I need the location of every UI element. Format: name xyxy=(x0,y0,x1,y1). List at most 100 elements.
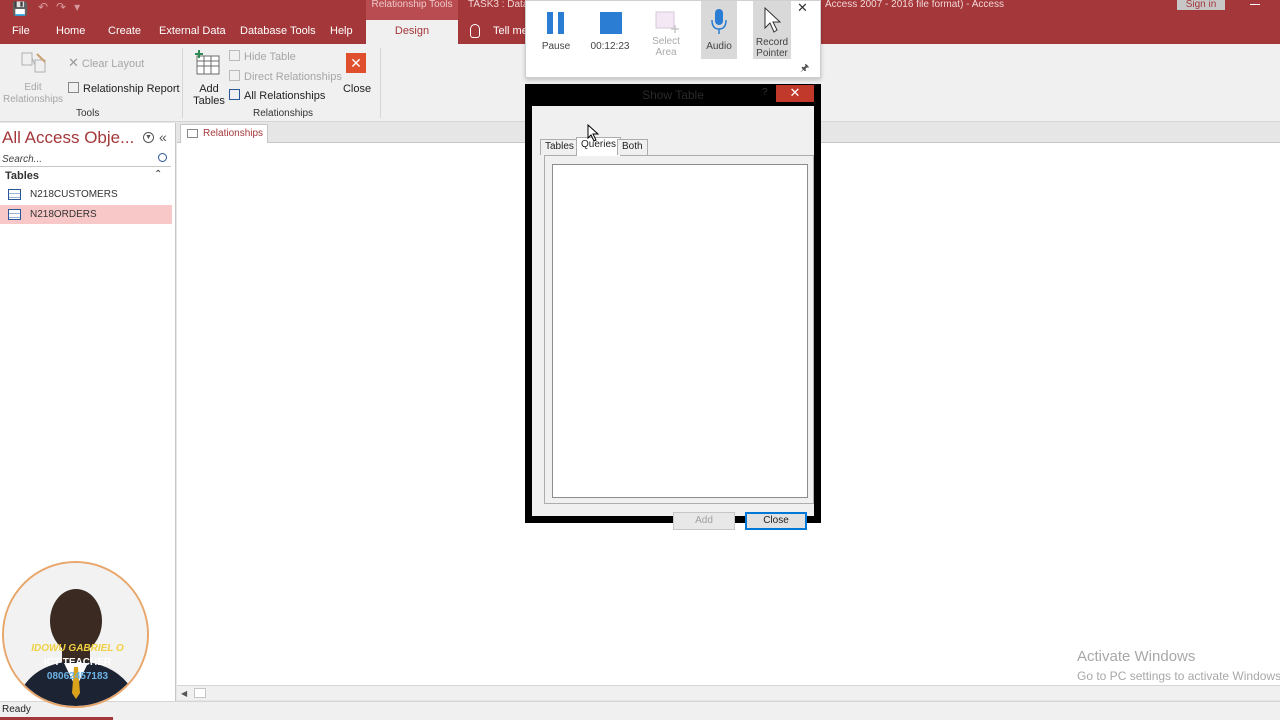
scroll-left-icon[interactable]: ◀ xyxy=(181,689,187,698)
group-separator xyxy=(380,48,381,118)
document-tab-label: Relationships xyxy=(203,128,264,139)
pause-label: Pause xyxy=(541,41,571,52)
collapse-pane-icon[interactable]: « xyxy=(159,129,167,145)
select-area-label-2: Area xyxy=(655,47,677,58)
close-button-label: Close xyxy=(342,83,372,95)
group-separator xyxy=(182,48,183,118)
relationships-icon xyxy=(187,129,198,138)
scroll-thumb[interactable] xyxy=(194,688,206,698)
recording-timer: 00:12:23 xyxy=(590,41,630,52)
nav-search-input[interactable]: Search... xyxy=(0,152,171,167)
hide-table-label: Hide Table xyxy=(244,51,296,63)
nav-item-n218customers[interactable]: N218CUSTOMERS xyxy=(0,185,172,204)
stop-button[interactable]: 00:12:23 xyxy=(588,1,632,59)
presenter-role: ICT TEACHER xyxy=(43,657,112,668)
edit-relationships-label: Edit Relationships xyxy=(2,82,64,105)
tab-tables[interactable]: Tables xyxy=(540,139,579,155)
tab-pane xyxy=(544,155,814,504)
document-title-left: TASK3 : Data xyxy=(468,0,529,10)
audio-label: Audio xyxy=(706,41,732,52)
select-area-icon xyxy=(655,11,679,33)
all-relationships-button[interactable]: All Relationships xyxy=(229,89,325,102)
tab-external-data[interactable]: External Data xyxy=(159,20,226,44)
direct-relationships-icon xyxy=(229,70,240,81)
tab-both[interactable]: Both xyxy=(617,139,648,155)
relationship-report-button[interactable]: Relationship Report xyxy=(68,82,180,95)
table-icon xyxy=(8,209,21,220)
document-title-right: Access 2007 - 2016 file format) - Access xyxy=(825,0,1004,10)
collapse-group-icon[interactable]: ⌃ xyxy=(154,169,162,180)
edit-relationships-icon xyxy=(21,52,46,73)
close-icon[interactable]: ✕ xyxy=(797,0,808,16)
microphone-icon xyxy=(711,9,727,34)
hide-table-button[interactable]: Hide Table xyxy=(229,50,296,63)
nav-item-label: N218ORDERS xyxy=(30,209,97,220)
edit-relationships-button[interactable]: Edit Relationships xyxy=(2,48,64,108)
pointer-icon xyxy=(764,7,781,33)
horizontal-scrollbar[interactable]: ◀ xyxy=(177,685,1280,700)
show-table-dialog: Show Table ? ✕ Tables Queries Both Add C… xyxy=(525,84,821,530)
object-listbox[interactable] xyxy=(552,164,808,498)
tab-file[interactable]: File xyxy=(12,20,30,44)
direct-relationships-button[interactable]: Direct Relationships xyxy=(229,70,342,83)
presenter-avatar xyxy=(4,563,147,706)
clear-layout-label: Clear Layout xyxy=(81,58,145,70)
screen-recorder-toolbar: Pause 00:12:23 Select Area Audio Record … xyxy=(525,0,821,78)
record-pointer-label-1: Record xyxy=(755,37,789,48)
pause-icon xyxy=(547,12,564,34)
sign-in-button[interactable]: Sign in xyxy=(1177,0,1225,10)
tab-tell-me[interactable]: Tell me xyxy=(493,20,528,44)
help-icon[interactable]: ? xyxy=(762,87,768,98)
save-icon[interactable]: 💾 xyxy=(12,1,28,17)
table-icon xyxy=(8,189,21,200)
record-pointer-toggle[interactable]: Record Pointer xyxy=(753,1,791,59)
stop-icon xyxy=(600,12,622,34)
pause-button[interactable]: Pause xyxy=(536,1,576,59)
audio-toggle[interactable]: Audio xyxy=(701,1,737,59)
close-relationships-button[interactable]: ✕ Close xyxy=(342,48,372,108)
tools-group-label: Tools xyxy=(76,108,100,119)
direct-relationships-label: Direct Relationships xyxy=(244,71,342,83)
tab-design[interactable]: Design xyxy=(366,20,458,44)
activate-windows-subtitle: Go to PC settings to activate Windows. xyxy=(1077,669,1280,683)
chevron-down-icon[interactable]: ▼ xyxy=(143,132,154,143)
clear-layout-icon: ✕ xyxy=(68,55,79,70)
document-tab-relationships[interactable]: Relationships xyxy=(180,124,268,143)
nav-item-label: N218CUSTOMERS xyxy=(30,189,118,200)
status-bar: Ready xyxy=(0,701,1280,720)
tab-create[interactable]: Create xyxy=(108,20,141,44)
add-tables-icon xyxy=(195,50,220,75)
relationship-report-icon xyxy=(68,82,79,93)
select-area-label-1: Select xyxy=(652,36,680,47)
nav-group-header[interactable]: Tables xyxy=(5,170,39,182)
pin-icon[interactable]: 🖈 xyxy=(800,61,809,78)
tab-help[interactable]: Help xyxy=(330,20,353,44)
add-tables-label-1: Add xyxy=(199,83,219,95)
webcam-overlay: IDOWU GABRIEL O ICT TEACHER 08062457183 xyxy=(2,561,149,708)
search-icon[interactable] xyxy=(158,153,167,162)
mouse-cursor-icon xyxy=(587,124,599,142)
nav-pane-title[interactable]: All Access Obje... xyxy=(2,128,134,148)
close-button[interactable]: Close xyxy=(745,512,807,530)
relationships-group-label: Relationships xyxy=(253,108,314,119)
activate-windows-title: Activate Windows xyxy=(1077,648,1196,665)
hide-table-icon xyxy=(229,50,240,61)
dialog-close-icon[interactable]: ✕ xyxy=(776,85,814,102)
minimize-icon[interactable] xyxy=(1250,4,1260,5)
undo-redo-icons[interactable]: ↶↷▾ xyxy=(38,0,88,14)
add-tables-button[interactable]: Add Tables xyxy=(192,48,226,108)
add-tables-label-2: Tables xyxy=(193,95,225,107)
clear-layout-button[interactable]: ✕ Clear Layout xyxy=(68,55,144,71)
all-relationships-label: All Relationships xyxy=(244,90,326,102)
nav-item-n218orders[interactable]: N218ORDERS xyxy=(0,205,172,224)
tab-database-tools[interactable]: Database Tools xyxy=(240,20,316,44)
dialog-body: Tables Queries Both Add Close xyxy=(532,106,814,530)
lightbulb-icon xyxy=(470,24,480,38)
add-button[interactable]: Add xyxy=(673,512,735,530)
tab-home[interactable]: Home xyxy=(56,20,85,44)
select-area-button[interactable]: Select Area xyxy=(646,1,686,59)
relationship-report-label: Relationship Report xyxy=(83,83,180,95)
all-relationships-icon xyxy=(229,89,240,100)
context-tab-group: Relationship Tools xyxy=(366,0,458,20)
close-icon: ✕ xyxy=(346,53,366,73)
